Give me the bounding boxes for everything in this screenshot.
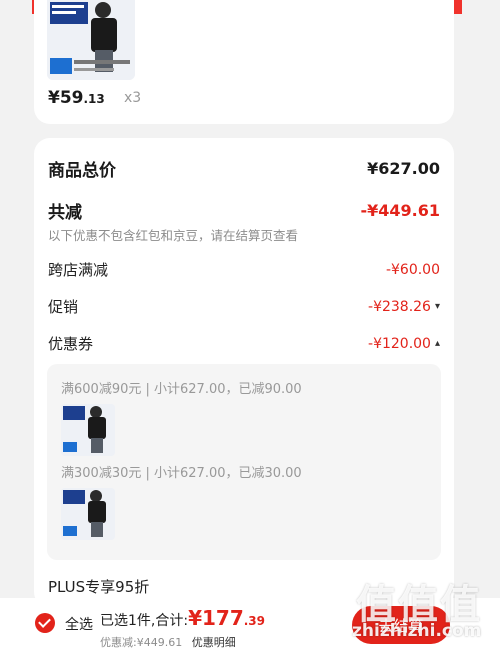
select-all-checkbox[interactable] <box>35 613 55 633</box>
discount-summary: 优惠减:¥449.61 优惠明细 <box>100 634 236 650</box>
coupon-item-thumbnail <box>61 404 115 456</box>
discount-detail-link[interactable]: 优惠明细 <box>192 636 236 649</box>
plus-discount-label: PLUS专享95折 <box>48 578 150 596</box>
coupon-line-2: 满300减30元 | 小计627.00，已减30.00 <box>61 466 302 481</box>
saved-value: -¥449.61 <box>360 201 440 220</box>
product-price: ¥59 .13 <box>48 88 105 108</box>
coupon-details: 满600减90元 | 小计627.00，已减90.00 满300减30元 | 小… <box>47 364 441 560</box>
saved-row: 共减 -¥449.61 <box>48 198 440 223</box>
watermark: 值值值 zhizhizhi.com <box>350 566 496 654</box>
selected-count-text: 已选1件,合计: <box>100 613 189 629</box>
total-summary: 已选1件,合计: ¥177 .39 <box>100 606 265 630</box>
promotion-label: 促销 <box>48 298 79 316</box>
promotion-value: -¥238.26 <box>368 298 431 315</box>
coupon-line-1: 满600减90元 | 小计627.00，已减90.00 <box>61 382 302 397</box>
total-value: ¥627.00 <box>367 159 440 178</box>
coupon-label: 优惠券 <box>48 335 94 353</box>
chevron-down-icon[interactable]: ▾ <box>435 301 440 312</box>
product-card: ¥59 .13 x3 <box>34 0 454 124</box>
cart-total-decimal: .39 <box>243 614 266 628</box>
coupon-row[interactable]: 优惠券 -¥120.00 ▴ <box>48 333 440 354</box>
total-row: 商品总价 ¥627.00 <box>48 156 440 181</box>
product-image-icon <box>47 0 135 80</box>
cart-total-main: ¥177 <box>188 606 244 630</box>
price-summary-card: 商品总价 ¥627.00 共减 -¥449.61 以下优惠不包含红包和京豆，请在… <box>34 138 454 608</box>
saved-label: 共减 <box>48 203 82 223</box>
price-decimal: .13 <box>83 92 105 106</box>
coupon-item-thumbnail <box>61 488 115 540</box>
cross-store-value: -¥60.00 <box>385 261 440 278</box>
chevron-up-icon[interactable]: ▴ <box>435 338 440 349</box>
product-image-icon <box>61 404 115 456</box>
watermark-url: zhizhizhi.com <box>352 621 482 641</box>
discount-text: 优惠减:¥449.61 <box>100 636 183 649</box>
total-label: 商品总价 <box>48 161 116 181</box>
product-thumbnail[interactable] <box>47 0 135 80</box>
coupon-value: -¥120.00 <box>368 335 431 352</box>
select-all-label[interactable]: 全选 <box>65 614 93 634</box>
cross-store-label: 跨店满减 <box>48 261 109 279</box>
product-image-icon <box>61 488 115 540</box>
price-main: ¥59 <box>48 88 84 108</box>
cross-store-row: 跨店满减 -¥60.00 <box>48 259 440 280</box>
promotion-row[interactable]: 促销 -¥238.26 ▾ <box>48 296 440 317</box>
discount-note: 以下优惠不包含红包和京豆，请在结算页查看 <box>48 228 299 243</box>
product-quantity: x3 <box>124 90 142 106</box>
